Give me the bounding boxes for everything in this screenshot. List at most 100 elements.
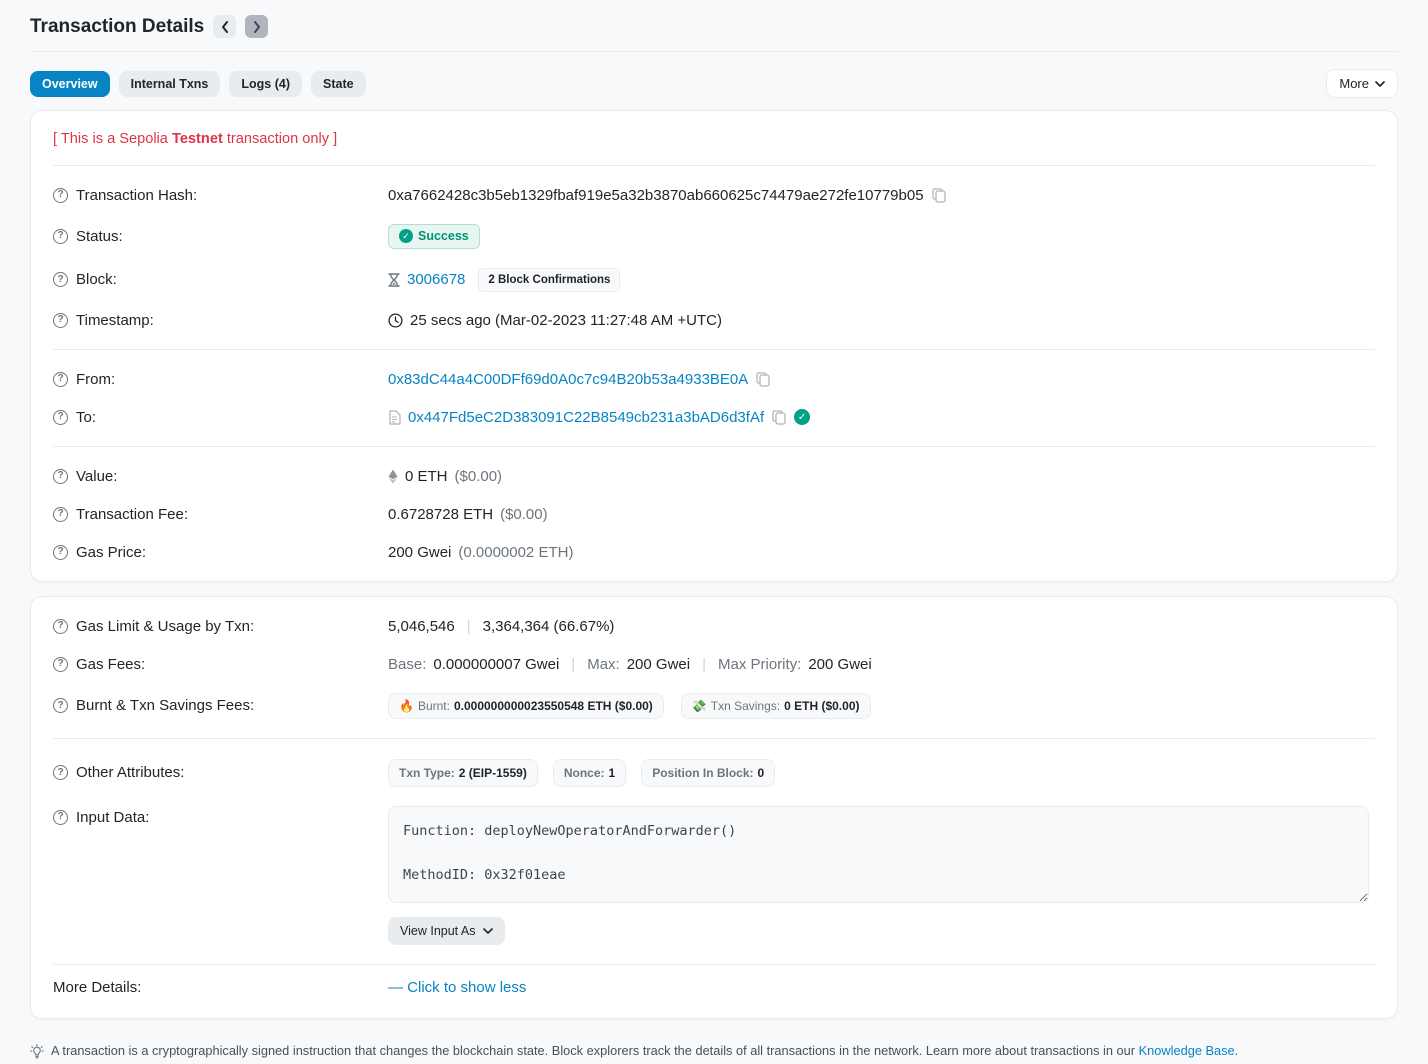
input-data-textarea[interactable]: Function: deployNewOperatorAndForwarder(… bbox=[388, 806, 1369, 903]
check-circle-icon: ✓ bbox=[399, 229, 413, 243]
txn-savings-badge: 💸 Txn Savings: 0 ETH ($0.00) bbox=[681, 693, 871, 719]
help-icon[interactable]: ? bbox=[53, 619, 68, 634]
max-priority-fee-label: Max Priority: bbox=[718, 656, 801, 673]
more-dropdown-button[interactable]: More bbox=[1326, 69, 1398, 98]
testnet-warning: [ This is a Sepolia Testnet transaction … bbox=[53, 131, 337, 147]
chevron-left-icon bbox=[221, 21, 229, 33]
base-fee-label: Base: bbox=[388, 656, 426, 673]
footer-note: A transaction is a cryptographically sig… bbox=[30, 1043, 1398, 1059]
to-address-link[interactable]: 0x447Fd5eC2D383091C22B8549cb231a3bAD6d3f… bbox=[408, 409, 764, 426]
next-transaction-button[interactable] bbox=[245, 15, 268, 38]
gas-price-row: ? Gas Price: 200 Gwei (0.0000002 ETH) bbox=[53, 533, 1375, 571]
tab-overview[interactable]: Overview bbox=[30, 71, 110, 97]
fire-icon: 🔥 bbox=[399, 699, 414, 713]
transaction-fee-row: ? Transaction Fee: 0.6728728 ETH ($0.00) bbox=[53, 495, 1375, 533]
copy-icon bbox=[771, 409, 787, 425]
hash-status-block-section: ? Transaction Hash: 0xa7662428c3b5eb1329… bbox=[53, 165, 1375, 349]
status-row: ? Status: ✓ Success bbox=[53, 214, 1375, 258]
burnt-savings-label: Burnt & Txn Savings Fees: bbox=[76, 697, 254, 714]
gas-limit-usage-row: ? Gas Limit & Usage by Txn: 5,046,546 | … bbox=[53, 607, 1375, 645]
from-label: From: bbox=[76, 371, 115, 388]
gas-fees-row: ? Gas Fees: Base: 0.000000007 Gwei | Max… bbox=[53, 645, 1375, 683]
input-data-row: ? Input Data: Function: deployNewOperato… bbox=[53, 796, 1375, 954]
burnt-savings-row: ? Burnt & Txn Savings Fees: 🔥 Burnt: 0.0… bbox=[53, 683, 1375, 728]
value-amount: 0 ETH bbox=[405, 468, 448, 485]
gas-price-label: Gas Price: bbox=[76, 544, 146, 561]
tab-logs[interactable]: Logs (4) bbox=[229, 71, 302, 97]
help-icon[interactable]: ? bbox=[53, 313, 68, 328]
value-fee-section: ? Value: 0 ETH ($0.00) ? Transaction Fee… bbox=[53, 446, 1375, 581]
base-fee-value: 0.000000007 Gwei bbox=[433, 656, 559, 673]
transaction-hash-row: ? Transaction Hash: 0xa7662428c3b5eb1329… bbox=[53, 176, 1375, 214]
more-details-row: More Details: — Click to show less bbox=[53, 979, 1375, 996]
lightbulb-icon bbox=[30, 1043, 44, 1059]
separator: | bbox=[566, 656, 580, 673]
help-icon[interactable]: ? bbox=[53, 657, 68, 672]
nonce-badge: Nonce: 1 bbox=[553, 759, 626, 787]
help-icon[interactable]: ? bbox=[53, 765, 68, 780]
value-usd: ($0.00) bbox=[455, 468, 503, 485]
help-icon[interactable]: ? bbox=[53, 188, 68, 203]
chevron-down-icon bbox=[483, 928, 493, 934]
copy-to-address-button[interactable] bbox=[771, 409, 787, 425]
copy-icon bbox=[931, 187, 947, 203]
copy-icon bbox=[755, 371, 771, 387]
eth-icon bbox=[388, 469, 398, 484]
previous-transaction-button[interactable] bbox=[213, 15, 236, 38]
timestamp-value: 25 secs ago (Mar-02-2023 11:27:48 AM +UT… bbox=[410, 312, 722, 329]
txn-savings-value: 0 ETH ($0.00) bbox=[784, 699, 859, 713]
burnt-value: 0.000000000023550548 ETH ($0.00) bbox=[454, 699, 653, 713]
page-header: Transaction Details bbox=[30, 0, 1398, 38]
help-icon[interactable]: ? bbox=[53, 469, 68, 484]
txn-savings-label: Txn Savings: bbox=[711, 699, 780, 713]
help-icon[interactable]: ? bbox=[53, 272, 68, 287]
gas-fees-label: Gas Fees: bbox=[76, 656, 145, 673]
help-icon[interactable]: ? bbox=[53, 507, 68, 522]
gas-usage-value: 3,364,364 (66.67%) bbox=[483, 618, 615, 635]
from-address-link[interactable]: 0x83dC44a4C00DFf69d0A0c7c94B20b53a4933BE… bbox=[388, 371, 748, 388]
tab-state[interactable]: State bbox=[311, 71, 366, 97]
attributes-input-section: ? Other Attributes: Txn Type: 2 (EIP-155… bbox=[53, 738, 1375, 964]
transaction-hash-label: Transaction Hash: bbox=[76, 187, 197, 204]
testnet-warning-section: [ This is a Sepolia Testnet transaction … bbox=[53, 111, 1375, 165]
knowledge-base-link[interactable]: Knowledge Base bbox=[1139, 1043, 1235, 1058]
copy-hash-button[interactable] bbox=[931, 187, 947, 203]
help-icon[interactable]: ? bbox=[53, 229, 68, 244]
block-confirmations-badge: 2 Block Confirmations bbox=[478, 268, 620, 292]
block-row: ? Block: 3006678 2 Block Confirmations bbox=[53, 258, 1375, 301]
from-row: ? From: 0x83dC44a4C00DFf69d0A0c7c94B20b5… bbox=[53, 360, 1375, 398]
help-icon[interactable]: ? bbox=[53, 410, 68, 425]
money-wings-icon: 💸 bbox=[692, 699, 707, 713]
tab-internal-txns[interactable]: Internal Txns bbox=[119, 71, 221, 97]
verified-check-icon: ✓ bbox=[794, 409, 810, 425]
value-row: ? Value: 0 ETH ($0.00) bbox=[53, 457, 1375, 495]
view-input-as-button[interactable]: View Input As bbox=[388, 917, 505, 945]
transaction-fee-label: Transaction Fee: bbox=[76, 506, 188, 523]
txn-type-badge: Txn Type: 2 (EIP-1559) bbox=[388, 759, 538, 787]
to-row: ? To: 0x447Fd5eC2D383091C22B8549cb231a3b… bbox=[53, 398, 1375, 436]
value-label: Value: bbox=[76, 468, 117, 485]
help-icon[interactable]: ? bbox=[53, 698, 68, 713]
overview-card-primary: [ This is a Sepolia Testnet transaction … bbox=[30, 110, 1398, 582]
show-less-link[interactable]: — Click to show less bbox=[388, 979, 526, 996]
copy-from-address-button[interactable] bbox=[755, 371, 771, 387]
tab-bar: Overview Internal Txns Logs (4) State Mo… bbox=[30, 69, 1398, 98]
position-in-block-badge: Position In Block: 0 bbox=[641, 759, 775, 787]
transaction-hash-value: 0xa7662428c3b5eb1329fbaf919e5a32b3870ab6… bbox=[388, 187, 924, 204]
help-icon[interactable]: ? bbox=[53, 545, 68, 560]
status-badge: ✓ Success bbox=[388, 224, 480, 249]
more-details-section: More Details: — Click to show less bbox=[53, 964, 1375, 1018]
burnt-label: Burnt: bbox=[418, 699, 450, 713]
help-icon[interactable]: ? bbox=[53, 810, 68, 825]
separator: | bbox=[697, 656, 711, 673]
help-icon[interactable]: ? bbox=[53, 372, 68, 387]
gas-price-eth: (0.0000002 ETH) bbox=[458, 544, 573, 561]
transaction-fee-usd: ($0.00) bbox=[500, 506, 548, 523]
footer-text: A transaction is a cryptographically sig… bbox=[51, 1043, 1238, 1058]
block-number-link[interactable]: 3006678 bbox=[407, 271, 465, 288]
from-to-section: ? From: 0x83dC44a4C00DFf69d0A0c7c94B20b5… bbox=[53, 349, 1375, 446]
max-priority-fee-value: 200 Gwei bbox=[808, 656, 871, 673]
contract-file-icon bbox=[388, 410, 401, 425]
input-data-label: Input Data: bbox=[76, 809, 149, 826]
gas-limit-value: 5,046,546 bbox=[388, 618, 455, 635]
